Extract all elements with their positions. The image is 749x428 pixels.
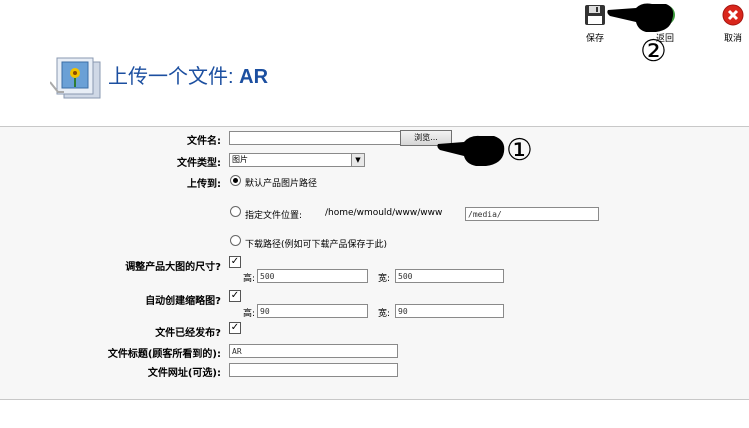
step-2-marker: ② [640, 34, 667, 69]
file-url-label: 文件网址(可选): [147, 368, 221, 379]
thumbnail-width-input[interactable] [395, 304, 504, 318]
radio-custom-path[interactable] [230, 206, 241, 217]
pointing-hand-icon-2 [437, 135, 505, 166]
image-upload-icon [50, 57, 101, 99]
resize-width-input[interactable] [395, 269, 504, 283]
radio-default-path-label: 默认产品图片路径 [245, 179, 318, 189]
pointing-hand-icon [607, 3, 674, 32]
resize-height-input[interactable] [257, 269, 368, 283]
radio-custom-path-label: 指定文件位置: [245, 211, 303, 221]
filename-input[interactable] [229, 131, 401, 145]
page-title-name: AR [239, 66, 269, 88]
cancel-label: 取消 [723, 34, 742, 44]
published-label: 文件已经发布? [155, 328, 221, 339]
filetype-selected: 图片 [232, 155, 248, 164]
radio-download-path-label: 下载路径(例如可下载产品保存于此) [245, 240, 388, 250]
file-title-input[interactable] [229, 344, 398, 358]
step-1-marker: ① [506, 133, 533, 168]
custom-path-input[interactable] [465, 207, 599, 221]
resize-height-label: 高: [243, 274, 256, 284]
file-title-label: 文件标题(顾客所看到的): [107, 349, 221, 360]
cancel-button[interactable]: 取消 [718, 3, 748, 44]
radio-default-path[interactable] [230, 175, 241, 186]
custom-path-static: /home/wmould/www/www [325, 208, 443, 218]
resize-width-label: 宽: [378, 274, 391, 284]
page-title: 上传一个文件: AR [108, 60, 268, 89]
page-title-prefix: 上传一个文件: [108, 66, 234, 88]
thumbnail-label: 自动创建缩略图? [145, 296, 221, 307]
filename-label: 文件名: [187, 136, 221, 147]
thumbnail-width-label: 宽: [378, 309, 391, 319]
thumbnail-checkbox[interactable]: ✓ [229, 290, 241, 302]
radio-download-path[interactable] [230, 235, 241, 246]
filetype-label: 文件类型: [177, 158, 221, 169]
thumbnail-height-input[interactable] [257, 304, 368, 318]
floppy-disk-icon [585, 5, 605, 25]
thumbnail-height-label: 高: [243, 309, 256, 319]
upload-to-label: 上传到: [187, 179, 221, 190]
filetype-select[interactable]: 图片 ▼ [229, 153, 365, 167]
file-url-input[interactable] [229, 363, 398, 377]
chevron-down-icon: ▼ [351, 154, 364, 166]
cancel-icon [722, 4, 744, 26]
resize-label: 调整产品大图的尺寸? [125, 262, 221, 273]
resize-checkbox[interactable]: ✓ [229, 256, 241, 268]
published-checkbox[interactable]: ✓ [229, 322, 241, 334]
